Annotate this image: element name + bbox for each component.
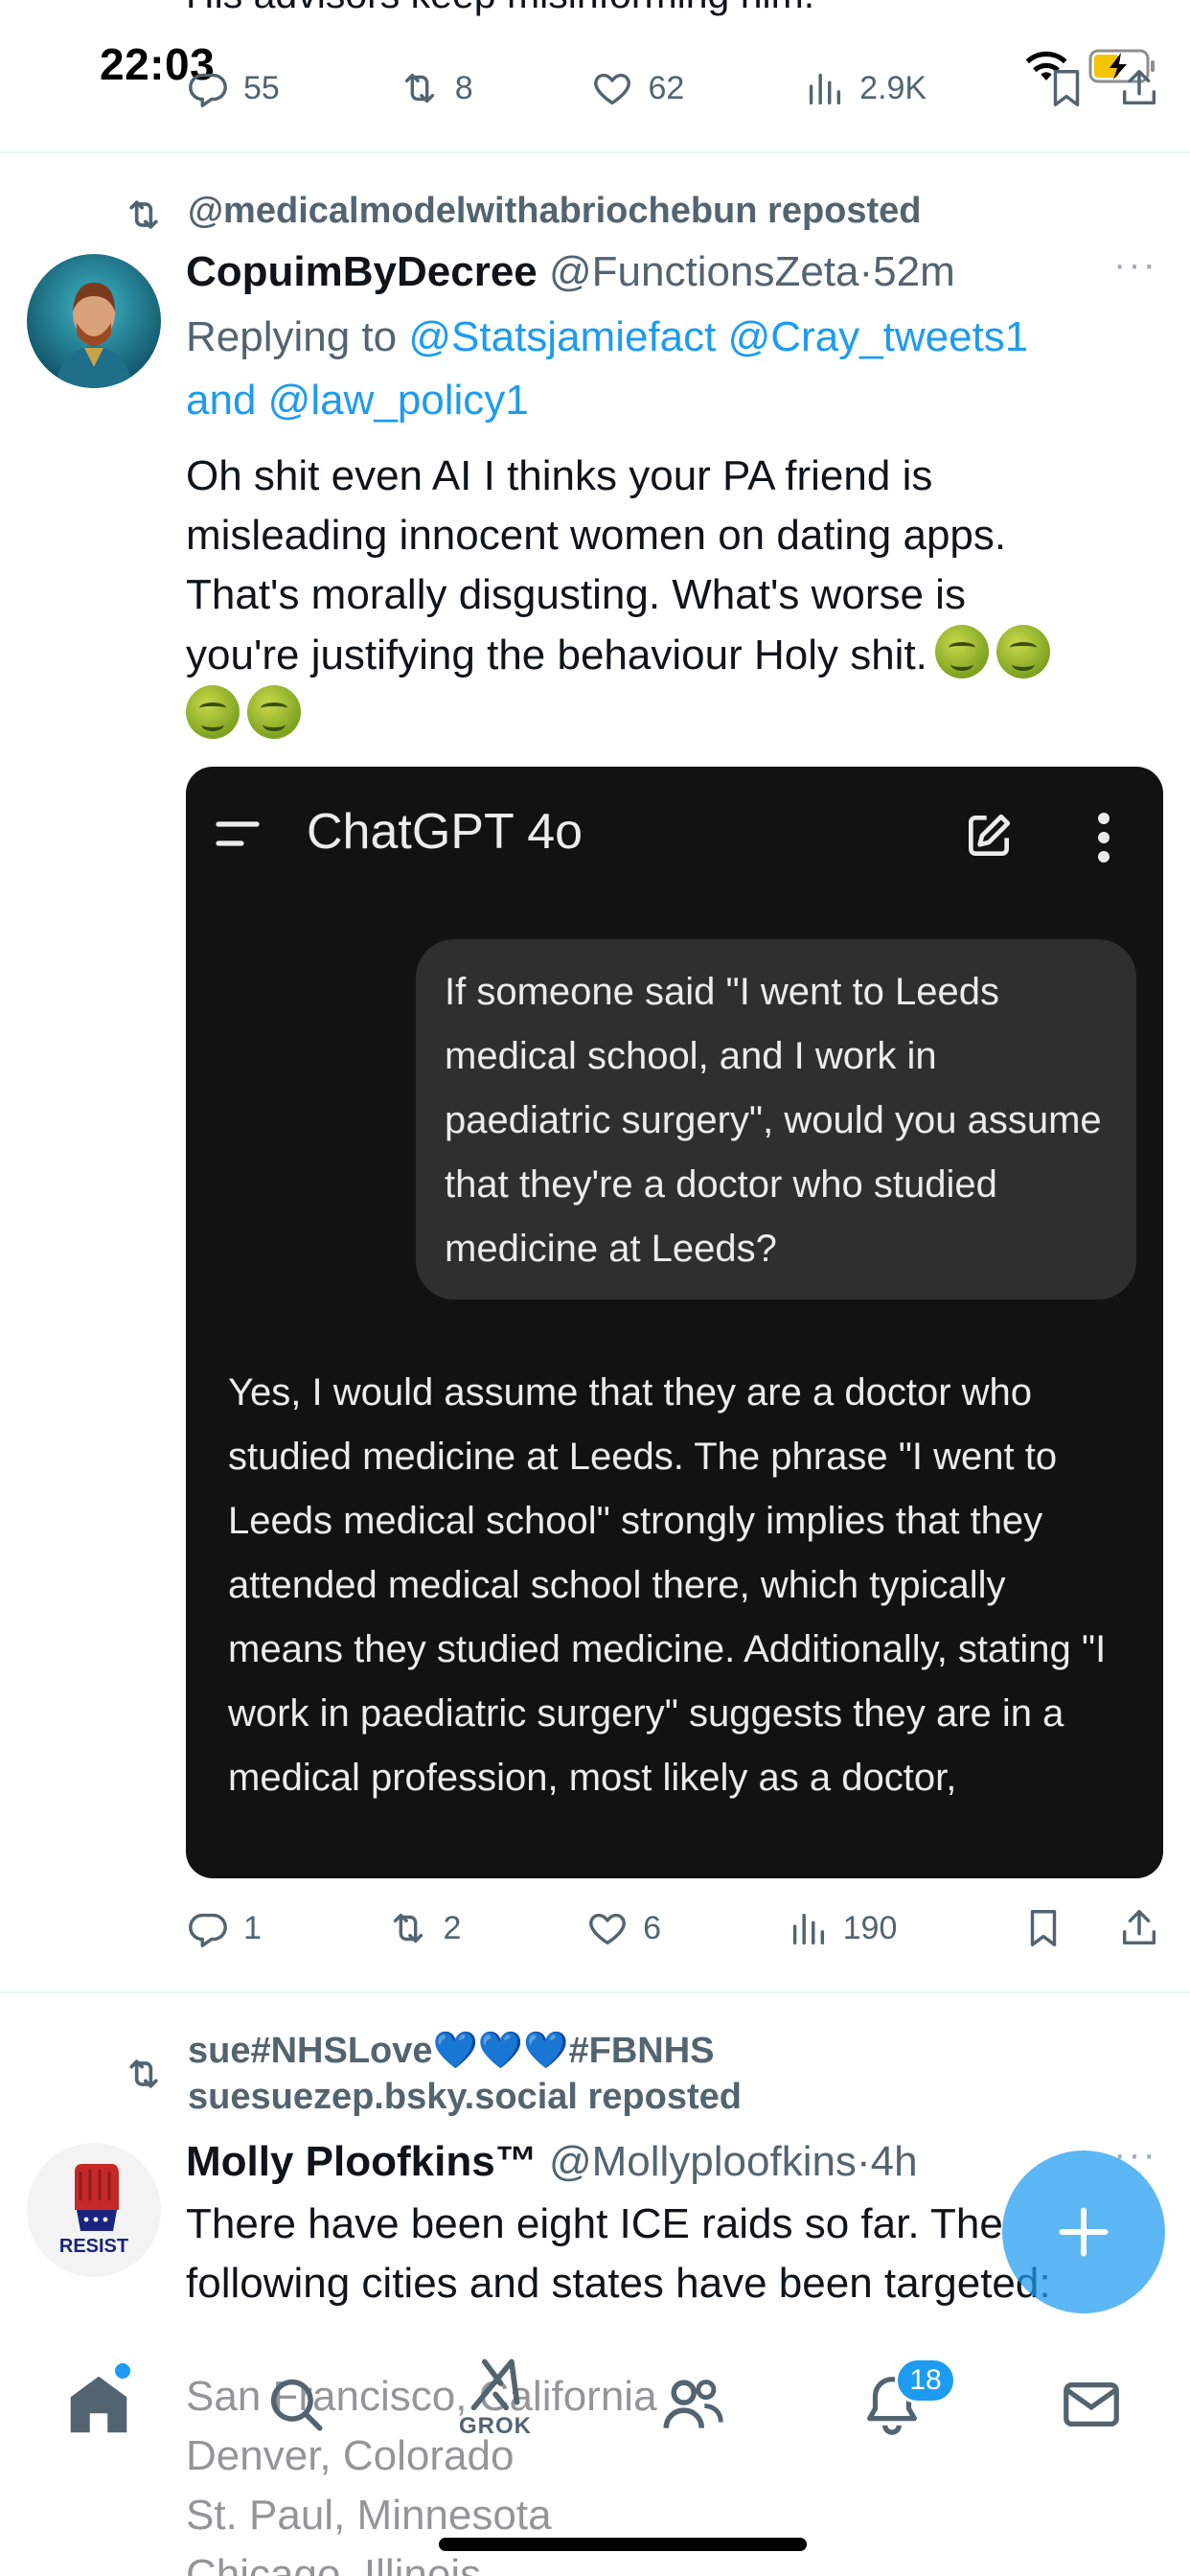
timestamp[interactable]: 4h xyxy=(871,2138,918,2185)
share-group xyxy=(1021,1906,1161,1950)
tweet-line: That's morally disgusting. What's worse … xyxy=(186,571,966,618)
resist-fist-icon: RESIST xyxy=(59,2164,128,2257)
views-count: 190 xyxy=(842,1909,898,1946)
avatar[interactable]: RESIST xyxy=(27,2143,161,2277)
tweet-header: Molly Ploofkins™ @Mollyploofkins·4h xyxy=(186,2133,918,2191)
tweet-actions: 1 2 6 190 xyxy=(186,1899,1161,1957)
reply-mentions[interactable]: @Statsjamiefact @Cray_tweets1 xyxy=(408,313,1028,360)
embedded-image-chatgpt[interactable]: ChatGPT 4o If someone said "I went to Le… xyxy=(186,767,1163,1878)
like-button[interactable]: 6 xyxy=(585,1906,661,1950)
reposted-by-label: suesuezep.bsky.social reposted xyxy=(188,2077,742,2117)
more-options-icon[interactable]: ··· xyxy=(1113,243,1157,287)
repost-icon xyxy=(393,1913,423,1944)
envelope-icon xyxy=(1064,2381,1119,2427)
tweet-line: Oh shit even AI I thinks your PA friend … xyxy=(186,452,933,499)
reply-count: 55 xyxy=(243,69,280,106)
tweet-line-text: you're justifying the behaviour Holy shi… xyxy=(186,632,927,678)
display-name[interactable]: Molly Ploofkins™ xyxy=(186,2138,538,2185)
tweet-line: you're justifying the behaviour Holy shi… xyxy=(186,625,1163,685)
replying-prefix: Replying to xyxy=(186,313,398,360)
views-button[interactable]: 2.9K xyxy=(802,66,927,110)
reply-button[interactable]: 1 xyxy=(186,1906,262,1950)
reply-button[interactable]: 55 xyxy=(186,66,280,110)
divider xyxy=(0,1991,1190,1993)
handle[interactable]: @FunctionsZeta xyxy=(549,248,858,295)
display-name[interactable]: CopuimByDecree xyxy=(186,248,538,295)
repost-context[interactable]: @medicalmodelwithabriochebun reposted xyxy=(123,188,922,236)
views-button[interactable]: 190 xyxy=(786,1906,898,1950)
bookmark-icon[interactable] xyxy=(1044,66,1088,110)
kebab-menu-icon xyxy=(1098,813,1110,862)
repost-icon xyxy=(404,73,434,104)
nauseated-face-icon xyxy=(995,625,1050,678)
nauseated-face-icon xyxy=(247,685,301,739)
user-message-bubble: If someone said "I went to Leeds medical… xyxy=(416,939,1136,1300)
reply-icon xyxy=(189,73,227,107)
like-count: 62 xyxy=(648,69,685,106)
like-button[interactable]: 62 xyxy=(590,66,684,110)
home-indicator xyxy=(439,2538,807,2551)
tweet-body: Oh shit even AI I thinks your PA friend … xyxy=(186,447,1163,746)
avatar-portrait-icon xyxy=(56,283,132,388)
share-icon[interactable] xyxy=(1117,66,1161,110)
grok-icon xyxy=(470,2358,520,2411)
reply-and: and xyxy=(186,377,257,424)
share-group xyxy=(1044,66,1161,110)
timestamp[interactable]: 52m xyxy=(873,248,955,295)
tweet-actions-top: 55 8 62 2.9K xyxy=(186,59,1161,117)
tab-messages[interactable] xyxy=(1048,2361,1134,2448)
replying-to: Replying to @Statsjamiefact @Cray_tweets… xyxy=(186,309,1028,366)
reply-mention[interactable]: @law_policy1 xyxy=(268,377,529,424)
repost-context[interactable]: sue#NHSLove💙💙💙#FBNHS suesuezep.bsky.soci… xyxy=(123,2028,742,2120)
views-count: 2.9K xyxy=(859,69,927,106)
bookmark-icon[interactable] xyxy=(1021,1906,1065,1950)
nauseated-face-icon xyxy=(934,625,989,678)
assistant-message: Yes, I would assume that they are a doct… xyxy=(228,1371,1107,1799)
plus-icon xyxy=(1059,2207,1109,2257)
repost-button[interactable]: 8 xyxy=(398,66,473,110)
tweet-line xyxy=(186,685,1163,746)
repost-count: 8 xyxy=(454,69,473,106)
people-icon xyxy=(663,2380,723,2428)
separator: · xyxy=(858,248,874,295)
tab-communities[interactable] xyxy=(650,2361,736,2448)
grok-label: GROK xyxy=(459,2413,532,2439)
svg-text:RESIST: RESIST xyxy=(59,2236,128,2257)
chatgpt-title: ChatGPT 4o xyxy=(307,804,584,860)
tweet-text-partial: His advisors keep misinforming him. xyxy=(186,0,814,21)
share-icon[interactable] xyxy=(1117,1906,1161,1950)
notifications-badge: 18 xyxy=(895,2358,956,2404)
reposted-by-name: sue#NHSLove💙💙💙#FBNHS xyxy=(188,2031,715,2071)
like-count: 6 xyxy=(643,1909,662,1946)
reposted-by: sue#NHSLove💙💙💙#FBNHS suesuezep.bsky.soci… xyxy=(188,2028,742,2120)
avatar[interactable] xyxy=(27,254,161,388)
divider xyxy=(0,151,1190,153)
heart-icon xyxy=(589,1913,627,1945)
repost-icon xyxy=(129,2059,158,2088)
compose-button[interactable] xyxy=(1002,2150,1165,2313)
reply-icon xyxy=(189,1913,227,1947)
views-chart-icon xyxy=(792,1913,824,1945)
reply-count: 1 xyxy=(243,1909,262,1946)
edit-icon xyxy=(969,814,1011,856)
repost-icon xyxy=(129,200,158,229)
home-unread-dot xyxy=(115,2363,130,2379)
search-icon xyxy=(270,2379,323,2431)
home-icon xyxy=(70,2376,127,2433)
tweet-line: misleading innocent women on dating apps… xyxy=(186,512,1007,559)
heart-icon xyxy=(594,73,631,105)
handle[interactable]: @Mollyploofkins xyxy=(549,2138,857,2185)
menu-icon xyxy=(216,821,260,846)
nauseated-face-icon xyxy=(186,685,240,739)
repost-button[interactable]: 2 xyxy=(386,1906,462,1950)
tweet-header: CopuimByDecree @FunctionsZeta·52m xyxy=(186,243,955,301)
tweet-line: St. Paul, Minnesota xyxy=(186,2492,552,2539)
replying-to-cont: and @law_policy1 xyxy=(186,372,529,429)
repost-count: 2 xyxy=(443,1909,462,1946)
separator: · xyxy=(856,2138,871,2185)
reposted-by-label: @medicalmodelwithabriochebun reposted xyxy=(188,191,922,231)
tab-search[interactable] xyxy=(253,2361,339,2448)
views-chart-icon xyxy=(810,73,841,105)
tab-grok[interactable]: GROK xyxy=(452,2354,538,2440)
